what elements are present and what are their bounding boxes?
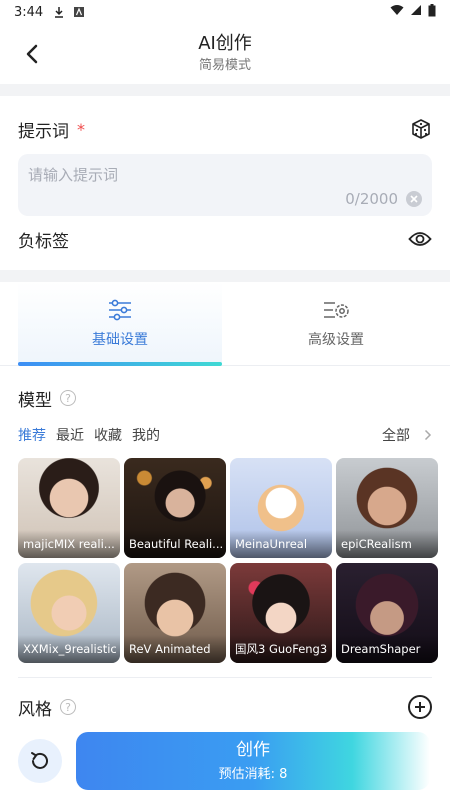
prompt-label: 提示词 — [18, 121, 69, 142]
dice-icon — [412, 119, 430, 139]
model-name: 国风3 GuoFeng3 — [230, 635, 332, 663]
random-dice-button[interactable] — [410, 118, 432, 140]
plus-icon — [415, 702, 425, 712]
battery-icon — [428, 3, 436, 21]
model-name: ReV Animated — [124, 635, 226, 663]
model-card[interactable]: Beautiful Reali... — [124, 458, 226, 558]
top-header: AI创作 简易模式 — [0, 24, 450, 84]
reset-button[interactable] — [18, 739, 62, 783]
close-icon — [410, 195, 418, 203]
model-card[interactable]: epiCRealism — [336, 458, 438, 558]
tab-label: 基础设置 — [92, 331, 148, 348]
download-icon — [53, 6, 65, 18]
model-header: 模型 ? — [18, 374, 432, 422]
mode-subtitle[interactable]: 简易模式 — [198, 57, 252, 75]
model-card[interactable]: MeinaUnreal — [230, 458, 332, 558]
create-label: 创作 — [236, 740, 270, 760]
bottom-action-bar: 创作 预估消耗: 8 — [0, 722, 450, 800]
cost-estimate: 预估消耗: 8 — [218, 767, 288, 782]
status-bar: 3:44 — [0, 0, 450, 24]
chevron-right-icon — [424, 429, 432, 441]
prompt-input[interactable]: 请输入提示词 0/2000 — [18, 154, 432, 216]
model-name: XXMix_9realistic — [18, 635, 120, 663]
toggle-visibility-button[interactable] — [408, 230, 432, 248]
filter-recent[interactable]: 最近 — [56, 425, 84, 445]
model-card[interactable]: XXMix_9realistic — [18, 563, 120, 663]
model-card[interactable]: 国风3 GuoFeng3 — [230, 563, 332, 663]
character-count: 0/2000 — [345, 190, 398, 208]
tab-label: 高级设置 — [308, 331, 364, 348]
back-button[interactable] — [18, 40, 46, 68]
model-card[interactable]: ReV Animated — [124, 563, 226, 663]
model-card[interactable]: DreamShaper — [336, 563, 438, 663]
model-name: DreamShaper — [336, 635, 438, 663]
model-name: epiCRealism — [336, 530, 438, 558]
model-name: Beautiful Reali... — [124, 530, 226, 558]
model-title: 模型 — [18, 390, 52, 411]
required-mark: * — [77, 119, 85, 139]
style-title: 风格 — [18, 699, 52, 720]
tab-basic-settings[interactable]: 基础设置 — [18, 282, 222, 365]
create-button[interactable]: 创作 预估消耗: 8 — [76, 732, 430, 790]
tab-advanced-settings[interactable]: 高级设置 — [222, 282, 450, 365]
refresh-icon — [31, 752, 48, 769]
clear-button[interactable] — [406, 191, 422, 207]
active-tab-indicator — [18, 362, 222, 366]
page-title: AI创作 — [198, 33, 252, 54]
filter-recommended[interactable]: 推荐 — [18, 425, 46, 445]
add-style-button[interactable] — [408, 695, 432, 719]
prompt-section: 提示词 * 请输入提示词 0/2000 负标签 — [0, 96, 450, 262]
settings-gear-icon — [324, 301, 349, 318]
view-all-button[interactable]: 全部 — [382, 425, 432, 445]
negative-label: 负标签 — [18, 231, 69, 252]
settings-tabs: 基础设置 高级设置 — [0, 282, 450, 366]
model-section: 模型 ? 推荐 最近 收藏 我的 全部 majicMIX reali... Be… — [0, 366, 450, 736]
section-divider — [0, 84, 450, 96]
chevron-left-icon — [26, 44, 38, 64]
model-grid: majicMIX reali... Beautiful Reali... Mei… — [18, 458, 438, 663]
filter-favorites[interactable]: 收藏 — [94, 425, 122, 445]
model-card[interactable]: majicMIX reali... — [18, 458, 120, 558]
help-icon[interactable]: ? — [60, 390, 76, 406]
section-divider — [0, 270, 450, 282]
eye-icon — [408, 232, 432, 246]
model-filters: 推荐 最近 收藏 我的 全部 — [18, 422, 432, 448]
view-all-label: 全部 — [382, 428, 410, 444]
wifi-icon — [390, 4, 404, 20]
sliders-icon — [109, 299, 131, 320]
filter-mine[interactable]: 我的 — [132, 425, 160, 445]
prompt-placeholder: 请输入提示词 — [28, 166, 119, 184]
model-name: MeinaUnreal — [230, 530, 332, 558]
help-icon[interactable]: ? — [60, 699, 76, 715]
prompt-header: 提示词 * — [18, 104, 432, 154]
negative-prompt-row[interactable]: 负标签 — [18, 216, 432, 262]
signal-icon — [410, 4, 422, 20]
status-time: 3:44 — [14, 4, 44, 20]
app-notification-icon — [73, 6, 85, 18]
model-name: majicMIX reali... — [18, 530, 120, 558]
